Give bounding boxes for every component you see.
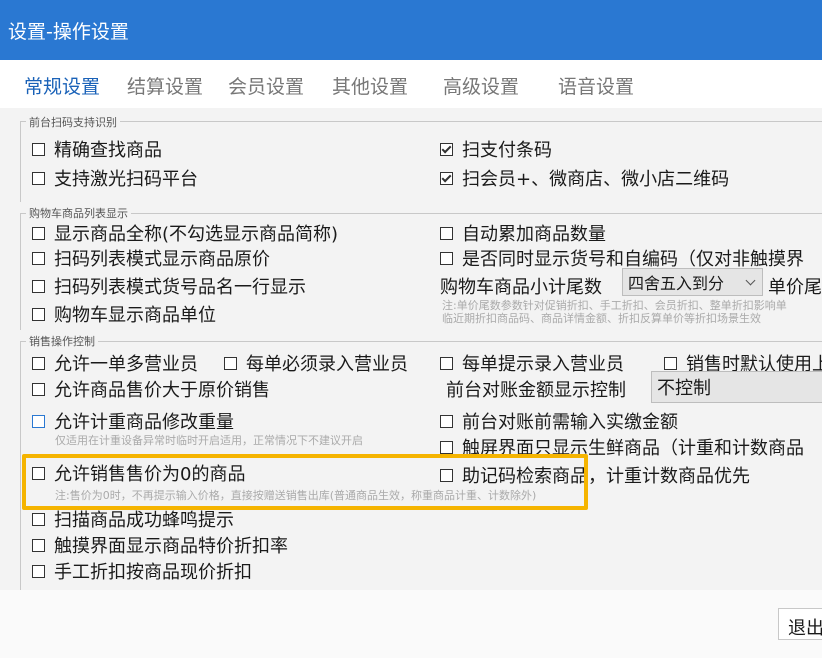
checkbox-label: 购物车显示商品单位 bbox=[54, 305, 216, 326]
subtotal-label: 购物车商品小计尾数 bbox=[440, 277, 602, 298]
tab-voice[interactable]: 语音设置 bbox=[558, 72, 634, 99]
checkbox-show-original-price[interactable]: 扫码列表模式显示商品原价 bbox=[32, 245, 270, 271]
checkbox-laser-scan[interactable]: 支持激光扫码平台 bbox=[32, 165, 198, 191]
checkbox-box[interactable] bbox=[440, 251, 453, 265]
checkbox-box[interactable] bbox=[32, 564, 45, 578]
checkbox-box[interactable] bbox=[224, 356, 237, 370]
checkbox-label: 扫码列表模式货号品名一行显示 bbox=[54, 277, 306, 298]
checkbox-exact-search[interactable]: 精确查找商品 bbox=[32, 136, 162, 162]
tab-bar: 常规设置 结算设置 会员设置 其他设置 高级设置 语音设置 bbox=[0, 60, 822, 108]
checkbox-label: 前台对账前需输入实缴金额 bbox=[462, 412, 678, 433]
select-value: 四舍五入到分 bbox=[628, 274, 725, 293]
checkbox-pay-barcode[interactable]: 扫支付条码 bbox=[440, 136, 552, 162]
checkbox-require-paid-amount[interactable]: 前台对账前需输入实缴金额 bbox=[440, 408, 678, 434]
checkbox-label: 允许一单多营业员 bbox=[54, 354, 198, 375]
checkbox-label: 精确查找商品 bbox=[54, 140, 162, 161]
checkbox-box[interactable] bbox=[440, 356, 453, 370]
checkbox-box[interactable] bbox=[32, 279, 45, 293]
checkbox-box[interactable] bbox=[664, 356, 677, 370]
tab-general[interactable]: 常规设置 bbox=[24, 72, 100, 99]
tab-other[interactable]: 其他设置 bbox=[332, 72, 408, 99]
checkbox-label: 显示商品全称(不勾选显示商品简称) bbox=[54, 224, 339, 245]
checkbox-label: 扫码列表模式显示商品原价 bbox=[54, 249, 270, 270]
reconcile-amount-select[interactable]: 不控制 bbox=[651, 371, 822, 403]
checkbox-one-line-display[interactable]: 扫码列表模式货号品名一行显示 bbox=[32, 273, 306, 299]
checkbox-box[interactable] bbox=[32, 538, 45, 552]
scan-group-title: 前台扫码支持识别 bbox=[26, 114, 120, 130]
checkbox-label: 触摸界面显示商品特价折扣率 bbox=[54, 536, 288, 557]
checkbox-box[interactable] bbox=[32, 171, 45, 185]
checkbox-label: 每单必须录入营业员 bbox=[246, 354, 408, 375]
checkbox-box[interactable] bbox=[440, 440, 453, 454]
checkbox-box[interactable] bbox=[440, 414, 453, 428]
checkbox-multi-salesperson[interactable]: 允许一单多营业员 bbox=[32, 350, 198, 376]
checkbox-label: 允许计重商品修改重量 bbox=[54, 412, 234, 433]
checkbox-show-unit[interactable]: 购物车显示商品单位 bbox=[32, 301, 216, 327]
checkbox-box[interactable] bbox=[32, 382, 45, 396]
checkbox-price-above-original[interactable]: 允许商品售价大于原价销售 bbox=[32, 376, 270, 402]
checkbox-full-name[interactable]: 显示商品全称(不勾选显示商品简称) bbox=[32, 220, 338, 246]
title-bar: 设置-操作设置 bbox=[0, 0, 822, 60]
checkbox-box[interactable] bbox=[32, 142, 45, 156]
checkbox-label: 自动累加商品数量 bbox=[462, 224, 606, 245]
checkbox-label: 允许商品售价大于原价销售 bbox=[54, 380, 270, 401]
checkbox-box[interactable] bbox=[440, 171, 453, 185]
settings-panel: 前台扫码支持识别 精确查找商品 支持激光扫码平台 扫支付条码 扫会员+、微商店、… bbox=[0, 108, 822, 590]
checkbox-box[interactable] bbox=[32, 226, 45, 240]
checkbox-label: 支持激光扫码平台 bbox=[54, 169, 198, 190]
checkbox-box[interactable] bbox=[32, 307, 45, 321]
checkbox-box[interactable] bbox=[32, 251, 45, 265]
checkbox-box[interactable] bbox=[32, 414, 45, 428]
highlight-box bbox=[22, 454, 588, 510]
select-value: 不控制 bbox=[657, 378, 711, 399]
exit-button[interactable]: 退出 bbox=[778, 608, 822, 640]
checkbox-show-discount-rate[interactable]: 触摸界面显示商品特价折扣率 bbox=[32, 532, 288, 558]
cart-group-title: 购物车商品列表显示 bbox=[26, 205, 131, 221]
checkbox-member-qrcode[interactable]: 扫会员+、微商店、微小店二维码 bbox=[440, 165, 729, 191]
checkbox-label: 扫会员+、微商店、微小店二维码 bbox=[462, 169, 730, 190]
checkbox-label: 扫支付条码 bbox=[462, 140, 552, 161]
tab-checkout[interactable]: 结算设置 bbox=[127, 72, 203, 99]
sales-group-title: 销售操作控制 bbox=[26, 333, 98, 349]
checkbox-box[interactable] bbox=[440, 142, 453, 156]
checkbox-box[interactable] bbox=[32, 356, 45, 370]
checkbox-box[interactable] bbox=[32, 512, 45, 526]
tab-advanced[interactable]: 高级设置 bbox=[443, 72, 519, 99]
cart-note-line2: 临近期折扣商品码、商品详情金额、折扣反算单价等折扣场景生效 bbox=[442, 312, 761, 325]
footer-bar bbox=[0, 590, 822, 658]
checkbox-label: 每单提示录入营业员 bbox=[462, 354, 624, 375]
reconcile-amount-label: 前台对账金额显示控制 bbox=[446, 380, 626, 401]
unit-price-label: 单价尾 bbox=[768, 277, 822, 298]
checkbox-prompt-salesperson[interactable]: 每单提示录入营业员 bbox=[440, 350, 624, 376]
subtotal-rounding-select[interactable]: 四舍五入到分 bbox=[622, 268, 763, 296]
chevron-down-icon bbox=[745, 275, 756, 286]
checkbox-edit-weight[interactable]: 允许计重商品修改重量 bbox=[32, 408, 234, 434]
checkbox-auto-accumulate[interactable]: 自动累加商品数量 bbox=[440, 220, 606, 246]
window-title: 设置-操作设置 bbox=[8, 21, 129, 43]
checkbox-label: 手工折扣按商品现价折扣 bbox=[54, 562, 252, 583]
tab-member[interactable]: 会员设置 bbox=[228, 72, 304, 99]
weight-note: 仅适用在计重设备异常时临时开启适用，正常情况下不建议开启 bbox=[55, 434, 363, 447]
checkbox-box[interactable] bbox=[440, 226, 453, 240]
checkbox-manual-discount-current-price[interactable]: 手工折扣按商品现价折扣 bbox=[32, 558, 252, 584]
checkbox-require-salesperson[interactable]: 每单必须录入营业员 bbox=[224, 350, 408, 376]
